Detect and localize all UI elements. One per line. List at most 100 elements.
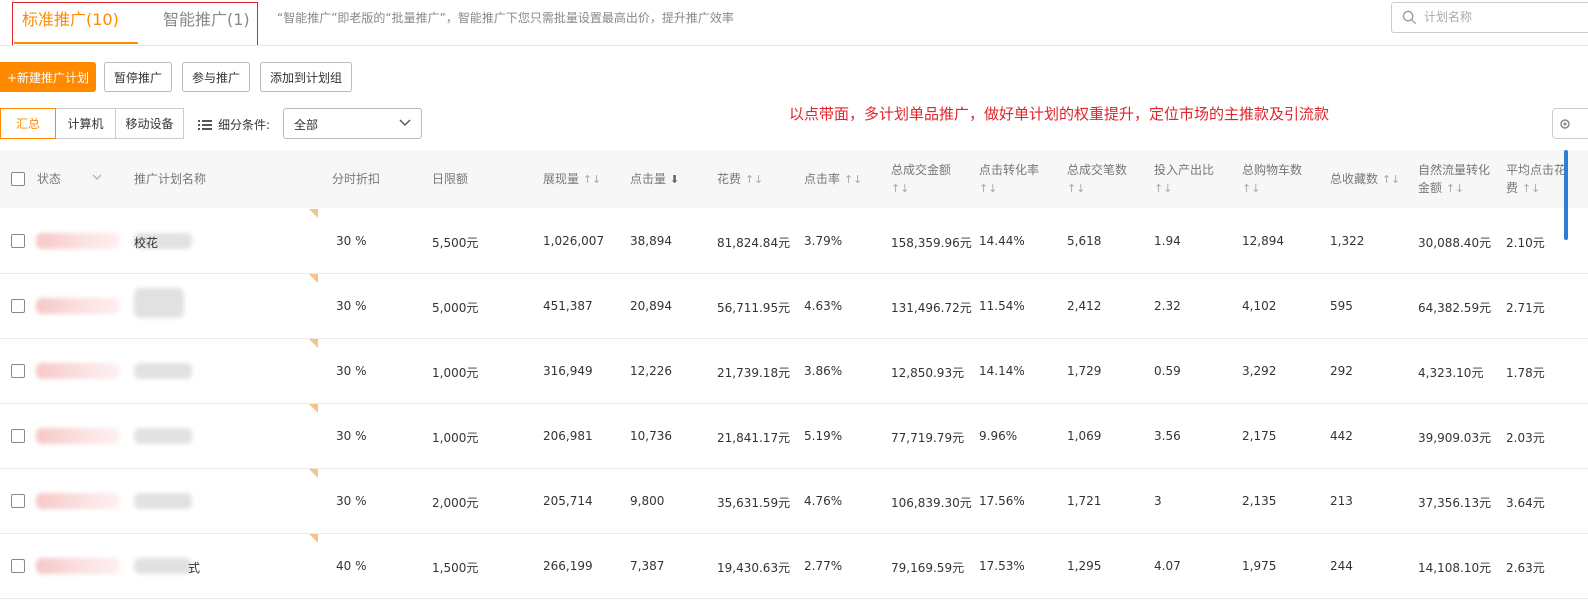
segment-computer[interactable]: 计算机 bbox=[55, 108, 116, 139]
row-checkbox[interactable] bbox=[11, 299, 25, 313]
redacted-status bbox=[36, 233, 120, 249]
sort-icon[interactable]: ↑↓ bbox=[583, 173, 601, 186]
clicks-cell: 7,387 bbox=[630, 559, 665, 573]
time-discount-cell: 30 % bbox=[336, 234, 367, 248]
avg-cpc-cell: 2.71元 bbox=[1506, 301, 1545, 315]
total-orders-cell: 1,729 bbox=[1067, 364, 1102, 378]
cvr-cell: 17.53% bbox=[979, 559, 1025, 573]
smart-promotion-hint: “智能推广”即老版的“批量推广”，智能推广下您只需批量设置最高出价，提升推广效率 bbox=[277, 11, 734, 25]
header-total-gmv[interactable]: 总成交金额 ↑↓ bbox=[891, 161, 951, 198]
ctr-cell: 4.76% bbox=[804, 494, 843, 508]
total-cart-cell: 3,292 bbox=[1242, 364, 1277, 378]
header-ctr[interactable]: 点击率 ↑↓ bbox=[804, 170, 862, 189]
column-settings-button[interactable] bbox=[1552, 108, 1588, 139]
join-button[interactable]: 参与推广 bbox=[182, 62, 250, 92]
sort-desc-icon[interactable]: ⬇ bbox=[670, 173, 679, 186]
avg-cpc-cell: 2.63元 bbox=[1506, 561, 1545, 575]
daily-limit-cell: 5,500元 bbox=[432, 236, 479, 250]
tab-standard-promotion[interactable]: 标准推广(10) bbox=[22, 6, 119, 30]
total-orders-cell: 2,412 bbox=[1067, 299, 1102, 313]
select-all-checkbox[interactable] bbox=[11, 172, 25, 186]
header-total-orders[interactable]: 总成交笔数 ↑↓ bbox=[1067, 161, 1127, 198]
row-checkbox[interactable] bbox=[11, 429, 25, 443]
ctr-cell: 3.79% bbox=[804, 234, 843, 248]
redacted-plan-name bbox=[134, 363, 192, 379]
natural-gmv-cell: 64,382.59元 bbox=[1418, 301, 1492, 315]
time-discount-cell: 30 % bbox=[336, 299, 367, 313]
header-impressions[interactable]: 展现量 ↑↓ bbox=[543, 170, 601, 189]
chevron-down-icon[interactable] bbox=[92, 174, 102, 181]
plan-name-cell[interactable]: 式 bbox=[188, 559, 200, 576]
header-divider bbox=[0, 45, 1588, 46]
cvr-cell: 17.56% bbox=[979, 494, 1025, 508]
redacted-plan-name bbox=[134, 558, 192, 574]
sort-icon[interactable]: ↑↓ bbox=[844, 173, 862, 186]
daily-limit-cell: 2,000元 bbox=[432, 496, 479, 510]
filter-select-value: 全部 bbox=[294, 118, 319, 132]
row-checkbox[interactable] bbox=[11, 234, 25, 248]
sort-icon[interactable]: ↑↓ bbox=[1154, 182, 1172, 195]
header-total-cart-label: 总购物车数 bbox=[1242, 163, 1303, 177]
row-checkbox[interactable] bbox=[11, 494, 25, 508]
daily-limit-cell: 1,500元 bbox=[432, 561, 479, 575]
total-fav-cell: 292 bbox=[1330, 364, 1353, 378]
gear-icon bbox=[1560, 119, 1570, 129]
header-roi-label: 投入产出比 bbox=[1154, 163, 1215, 177]
roi-cell: 3.56 bbox=[1154, 429, 1181, 443]
header-roi[interactable]: 投入产出比 ↑↓ bbox=[1154, 161, 1214, 198]
table-row: 30 % 5,000元 451,387 20,894 56,711.95元 4.63% 13… bbox=[0, 274, 1588, 339]
redacted-status bbox=[36, 558, 120, 574]
header-avg-cpc-label-2: 费 bbox=[1506, 181, 1519, 195]
cvr-cell: 14.44% bbox=[979, 234, 1025, 248]
header-cost[interactable]: 花费 ↑↓ bbox=[717, 170, 763, 189]
segment-summary[interactable]: 汇总 bbox=[0, 108, 56, 139]
segment-mobile[interactable]: 移动设备 bbox=[115, 108, 184, 139]
cost-cell: 19,430.63元 bbox=[717, 561, 791, 575]
row-checkbox[interactable] bbox=[11, 559, 25, 573]
corner-marker bbox=[309, 469, 318, 478]
sort-icon[interactable]: ↑↓ bbox=[979, 182, 997, 195]
redacted-status bbox=[36, 363, 120, 379]
header-cvr[interactable]: 点击转化率 ↑↓ bbox=[979, 161, 1039, 198]
total-orders-cell: 1,069 bbox=[1067, 429, 1102, 443]
total-cart-cell: 1,975 bbox=[1242, 559, 1277, 573]
header-cost-label: 花费 bbox=[717, 172, 742, 186]
header-total-fav[interactable]: 总收藏数 ↑↓ bbox=[1330, 170, 1400, 189]
ctr-cell: 5.19% bbox=[804, 429, 843, 443]
roi-cell: 3 bbox=[1154, 494, 1162, 508]
table-row: 校花 30 % 5,500元 1,026,007 38,894 81,824.84元 3.7… bbox=[0, 209, 1588, 274]
table-row: 30 % 1,000元 316,949 12,226 21,739.18元 3.86% 12… bbox=[0, 339, 1588, 404]
search-input[interactable] bbox=[1422, 9, 1576, 25]
header-total-cart[interactable]: 总购物车数 ↑↓ bbox=[1242, 161, 1302, 198]
filter-select[interactable]: 全部 bbox=[283, 108, 422, 139]
time-discount-cell: 30 % bbox=[336, 494, 367, 508]
sort-icon[interactable]: ↑↓ bbox=[1067, 182, 1085, 195]
row-checkbox[interactable] bbox=[11, 364, 25, 378]
daily-limit-cell: 1,000元 bbox=[432, 366, 479, 380]
sort-icon[interactable]: ↑↓ bbox=[891, 182, 909, 195]
header-clicks[interactable]: 点击量 ⬇ bbox=[630, 170, 679, 189]
pause-button[interactable]: 暂停推广 bbox=[104, 62, 172, 92]
sort-icon[interactable]: ↑↓ bbox=[745, 173, 763, 186]
plan-search-box[interactable] bbox=[1391, 2, 1588, 33]
header-avg-cpc-label-1: 平均点击花 bbox=[1506, 163, 1567, 177]
sort-icon[interactable]: ↑↓ bbox=[1446, 182, 1464, 195]
roi-cell: 4.07 bbox=[1154, 559, 1181, 573]
clicks-cell: 38,894 bbox=[630, 234, 672, 248]
tab-smart-promotion[interactable]: 智能推广(1) bbox=[163, 6, 250, 30]
header-natural-gmv[interactable]: 自然流量转化 金额 ↑↓ bbox=[1418, 161, 1490, 198]
sort-icon[interactable]: ↑↓ bbox=[1522, 182, 1540, 195]
header-avg-cpc[interactable]: 平均点击花费 ↑↓ bbox=[1506, 161, 1566, 198]
plan-name-cell[interactable]: 校花 bbox=[134, 234, 158, 251]
redacted-status bbox=[36, 298, 120, 314]
search-icon bbox=[1402, 10, 1417, 25]
header-daily-limit: 日限额 bbox=[432, 172, 469, 186]
sort-icon[interactable]: ↑↓ bbox=[1242, 182, 1260, 195]
header-total-gmv-label: 总成交金额 bbox=[891, 163, 952, 177]
new-plan-button[interactable]: +新建推广计划 bbox=[0, 62, 96, 92]
total-fav-cell: 213 bbox=[1330, 494, 1353, 508]
table-row: 30 % 2,000元 205,714 9,800 35,631.59元 4.76% 106… bbox=[0, 469, 1588, 534]
total-cart-cell: 2,135 bbox=[1242, 494, 1277, 508]
sort-icon[interactable]: ↑↓ bbox=[1382, 173, 1400, 186]
add-to-group-button[interactable]: 添加到计划组 bbox=[260, 62, 352, 92]
